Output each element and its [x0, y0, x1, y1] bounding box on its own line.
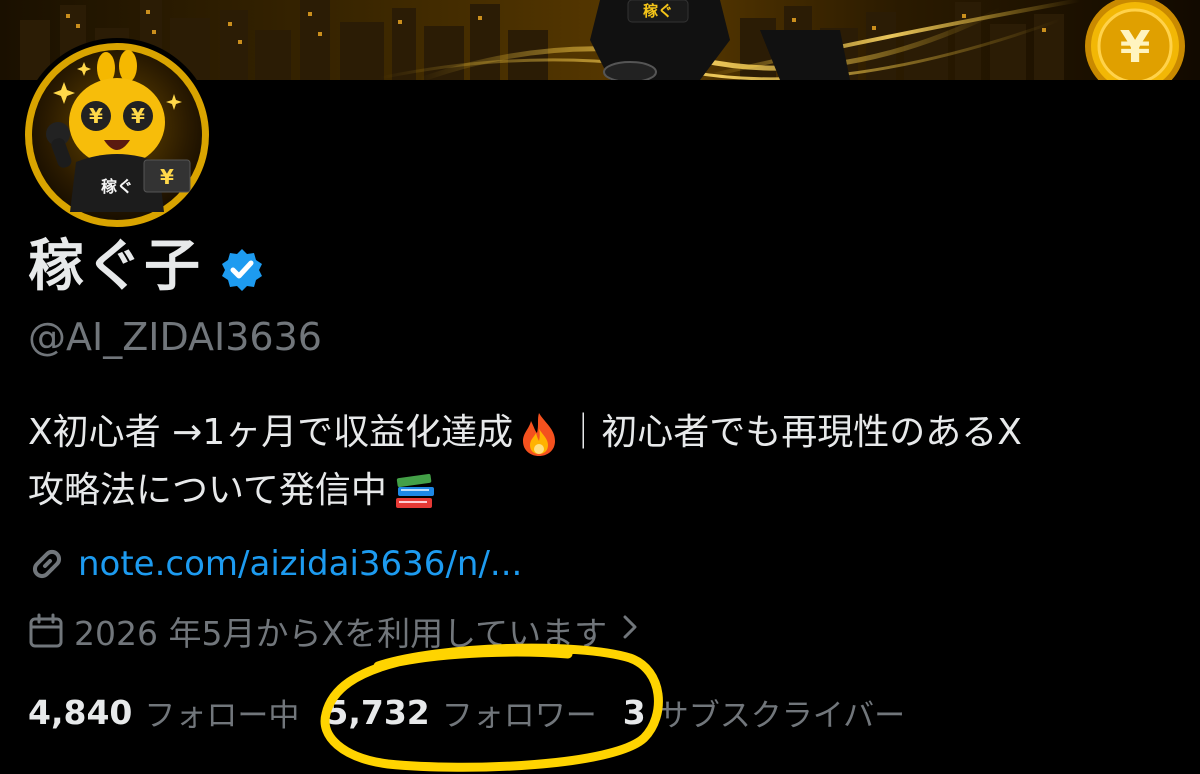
calendar-icon [29, 613, 63, 648]
joined-date: 2026 年5月からXを利用しています [74, 614, 608, 653]
yen-coin-icon: ¥ [1085, 0, 1185, 80]
bio-line-1: X初心者 →1ヶ月で収益化達成 ｜初心者でも再現性のあるX [28, 404, 1188, 462]
subscribers-stat[interactable]: 3 サブスクライバー [623, 690, 905, 735]
fire-emoji-icon [523, 413, 556, 456]
verified-badge-icon[interactable] [218, 246, 266, 294]
svg-text:¥: ¥ [89, 104, 103, 128]
following-stat[interactable]: 4,840 フォロー中 [28, 690, 299, 735]
follow-stats: 4,840 フォロー中 5,732 フォロワー 3 サブスクライバー [28, 684, 905, 740]
books-emoji-icon [395, 473, 434, 508]
profile-link-row[interactable]: note.com/aizidai3636/n/... [28, 536, 522, 592]
avatar-badge-text: 稼ぐ [101, 177, 133, 196]
avatar-image: ¥ ¥ ¥ 稼ぐ [25, 43, 209, 227]
svg-text:¥: ¥ [1120, 22, 1151, 73]
profile-bio: X初心者 →1ヶ月で収益化達成 ｜初心者でも再現性のあるX 攻略法について発信中 [28, 404, 1188, 520]
link-icon [32, 549, 62, 579]
banner-badge-text: 稼ぐ [643, 2, 673, 20]
chevron-right-icon [621, 613, 639, 649]
avatar[interactable]: ¥ ¥ ¥ 稼ぐ [20, 38, 214, 232]
following-count: 4,840 [28, 692, 133, 732]
followers-stat[interactable]: 5,732 フォロワー [325, 690, 596, 735]
svg-text:¥: ¥ [160, 165, 174, 189]
display-name: 稼ぐ子 [28, 234, 202, 299]
profile-link[interactable]: note.com/aizidai3636/n/... [78, 544, 522, 584]
username-handle: @AI_ZIDAI3636 [28, 315, 322, 359]
bio-text-2: 攻略法について発信中 [28, 470, 387, 511]
svg-text:¥: ¥ [131, 104, 145, 128]
bio-text-1a: X初心者 →1ヶ月で収益化達成 [28, 412, 514, 453]
following-label: フォロー中 [144, 697, 300, 734]
subscribers-count: 3 [622, 692, 646, 732]
joined-date-row[interactable]: 2026 年5月からXを利用しています [28, 606, 639, 656]
followers-count: 5,732 [325, 692, 430, 732]
bio-line-2: 攻略法について発信中 [28, 462, 1188, 520]
followers-label: フォロワー [441, 697, 597, 734]
subscribers-label: サブスクライバー [657, 697, 906, 734]
bio-text-1b: ｜初心者でも再現性のあるX [565, 412, 1022, 453]
